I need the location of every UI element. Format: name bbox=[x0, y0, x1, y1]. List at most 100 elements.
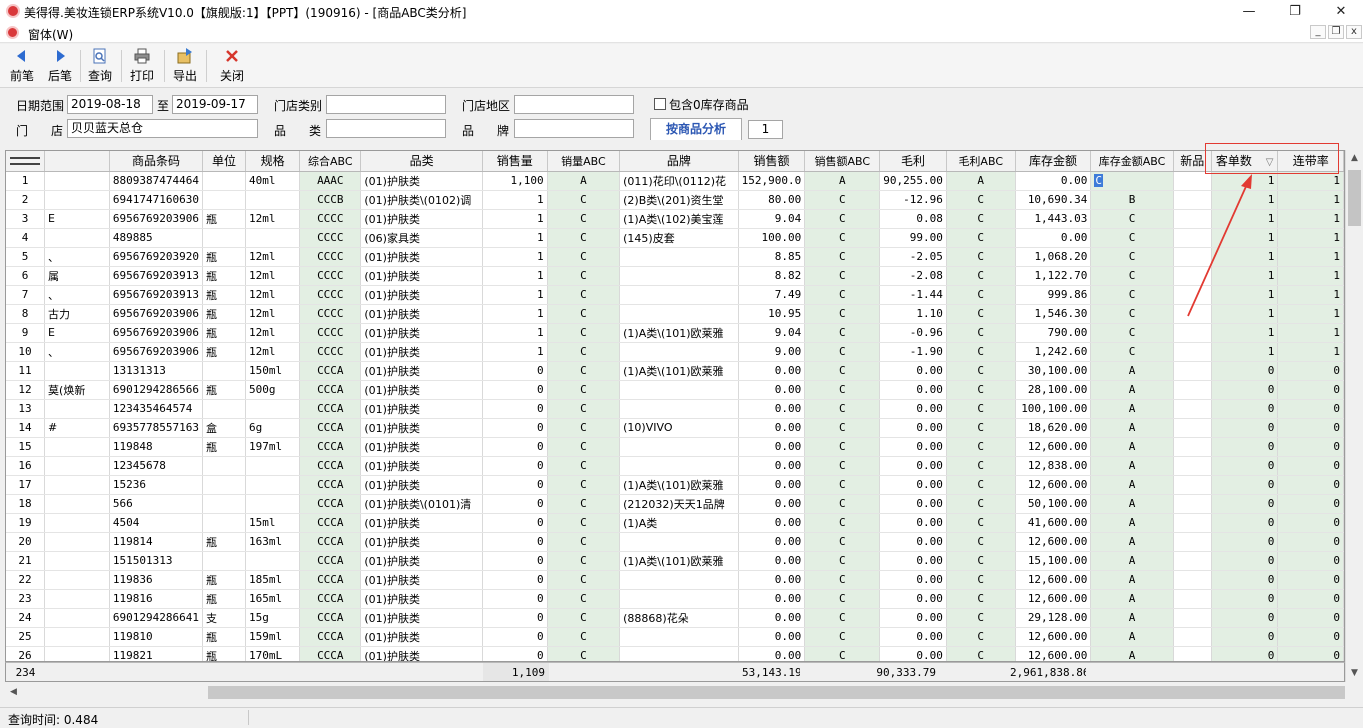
cell-name[interactable] bbox=[44, 589, 110, 609]
cell-sales-amount-abc[interactable]: C bbox=[804, 209, 881, 229]
cell-sales-qty[interactable]: 1 bbox=[482, 190, 548, 210]
cell-order-count[interactable]: 1 bbox=[1211, 323, 1279, 343]
cell-sales-amount[interactable]: 9.04 bbox=[738, 323, 806, 343]
cell-unit[interactable]: 瓶 bbox=[202, 437, 247, 457]
cell-brand[interactable]: (212032)天天1品牌 bbox=[619, 494, 739, 514]
cell-gross-profit[interactable]: 0.08 bbox=[879, 209, 947, 229]
cell-stock-amount[interactable]: 0.00 bbox=[1015, 171, 1092, 191]
cell-category[interactable]: (01)护肤类 bbox=[360, 589, 483, 609]
cell-attach-rate[interactable]: 0 bbox=[1277, 532, 1344, 552]
cell-attach-rate[interactable]: 0 bbox=[1277, 627, 1344, 647]
table-row[interactable]: 14 #6935778557163 盒 6g CCCA (01)护肤类 0 C (10)VIVO… bbox=[6, 418, 1344, 438]
cell-barcode[interactable]: 123435464574 bbox=[109, 399, 204, 419]
cell-brand[interactable]: (2)B类\(201)资生堂 bbox=[619, 190, 739, 210]
cell-order-count[interactable]: 0 bbox=[1211, 513, 1279, 533]
cell-sales-amount-abc[interactable]: C bbox=[804, 475, 881, 495]
cell-attach-rate[interactable]: 1 bbox=[1277, 323, 1344, 343]
col-header-name[interactable] bbox=[44, 151, 110, 172]
cell-gross-profit[interactable]: 0.00 bbox=[879, 418, 947, 438]
cell-spec[interactable]: 12ml bbox=[245, 323, 301, 343]
cell-sales-qty-abc[interactable]: C bbox=[547, 532, 621, 552]
cell-no[interactable]: 8 bbox=[6, 304, 46, 324]
cell-sales-amount-abc[interactable]: C bbox=[804, 380, 881, 400]
cell-unit[interactable] bbox=[202, 190, 247, 210]
cell-gross-profit-abc[interactable]: C bbox=[946, 570, 1016, 590]
cell-name[interactable]: 、 bbox=[44, 247, 110, 267]
cell-stock-amount[interactable]: 12,600.00 bbox=[1015, 570, 1092, 590]
cell-stock-amount-abc[interactable]: A bbox=[1090, 532, 1174, 552]
cell-gross-profit-abc[interactable]: C bbox=[946, 456, 1016, 476]
table-row[interactable]: 26 119821 瓶 170mL CCCA (01)护肤类 0 C 0.00 C 0.00 C 12,… bbox=[6, 646, 1344, 661]
cell-new-item[interactable] bbox=[1173, 342, 1212, 362]
cell-gross-profit[interactable]: 0.00 bbox=[879, 570, 947, 590]
cell-gross-profit[interactable]: 0.00 bbox=[879, 475, 947, 495]
cell-sales-amount[interactable]: 0.00 bbox=[738, 608, 806, 628]
cell-category[interactable]: (01)护肤类 bbox=[360, 342, 483, 362]
cell-gross-profit[interactable]: 0.00 bbox=[879, 361, 947, 381]
cell-stock-amount[interactable]: 100,100.00 bbox=[1015, 399, 1092, 419]
cell-sales-qty[interactable]: 0 bbox=[482, 361, 548, 381]
cell-order-count[interactable]: 0 bbox=[1211, 494, 1279, 514]
cell-attach-rate[interactable]: 0 bbox=[1277, 494, 1344, 514]
cell-gross-profit-abc[interactable]: C bbox=[946, 247, 1016, 267]
cell-attach-rate[interactable]: 0 bbox=[1277, 437, 1344, 457]
cell-stock-amount[interactable]: 28,100.00 bbox=[1015, 380, 1092, 400]
cell-barcode[interactable]: 12345678 bbox=[109, 456, 204, 476]
col-header-stock-amount-abc[interactable]: 库存金额ABC bbox=[1090, 151, 1174, 172]
cell-category[interactable]: (01)护肤类 bbox=[360, 418, 483, 438]
cell-stock-amount-abc[interactable]: A bbox=[1090, 608, 1174, 628]
col-header-unit[interactable]: 单位 bbox=[202, 151, 247, 172]
cell-category[interactable]: (01)护肤类 bbox=[360, 304, 483, 324]
scroll-up-arrow-icon[interactable]: ▲ bbox=[1346, 150, 1363, 167]
cell-name[interactable]: E bbox=[44, 323, 110, 343]
cell-unit[interactable] bbox=[202, 494, 247, 514]
cell-sales-amount-abc[interactable]: C bbox=[804, 304, 881, 324]
cell-combined-abc[interactable]: CCCC bbox=[299, 209, 362, 229]
cell-stock-amount[interactable]: 12,838.00 bbox=[1015, 456, 1092, 476]
cell-barcode[interactable]: 119810 bbox=[109, 627, 204, 647]
cell-gross-profit-abc[interactable]: C bbox=[946, 285, 1016, 305]
cell-name[interactable] bbox=[44, 494, 110, 514]
table-row[interactable]: 22 119836 瓶 185ml CCCA (01)护肤类 0 C 0.00 C 0.00 C 12,… bbox=[6, 570, 1344, 590]
cell-name[interactable]: # bbox=[44, 418, 110, 438]
col-header-gross-profit-abc[interactable]: 毛利ABC bbox=[946, 151, 1016, 172]
cell-attach-rate[interactable]: 0 bbox=[1277, 399, 1344, 419]
cell-attach-rate[interactable]: 0 bbox=[1277, 570, 1344, 590]
cell-sales-qty[interactable]: 0 bbox=[482, 475, 548, 495]
cell-sales-qty-abc[interactable]: C bbox=[547, 456, 621, 476]
cell-barcode[interactable]: 6935778557163 bbox=[109, 418, 204, 438]
cell-sales-qty[interactable]: 0 bbox=[482, 589, 548, 609]
cell-category[interactable]: (01)护肤类 bbox=[360, 285, 483, 305]
cell-sales-qty[interactable]: 0 bbox=[482, 437, 548, 457]
cell-spec[interactable] bbox=[245, 456, 301, 476]
table-row[interactable]: 25 119810 瓶 159ml CCCA (01)护肤类 0 C 0.00 C 0.00 C 12,… bbox=[6, 627, 1344, 647]
cell-barcode[interactable]: 13131313 bbox=[109, 361, 204, 381]
cell-attach-rate[interactable]: 1 bbox=[1277, 266, 1344, 286]
cell-barcode[interactable]: 6956769203913 bbox=[109, 285, 204, 305]
vertical-scrollbar[interactable]: ▲ ▼ bbox=[1345, 150, 1362, 682]
cell-sales-qty-abc[interactable]: C bbox=[547, 380, 621, 400]
cell-sales-amount[interactable]: 10.95 bbox=[738, 304, 806, 324]
cell-gross-profit-abc[interactable]: C bbox=[946, 494, 1016, 514]
cell-sales-qty-abc[interactable]: C bbox=[547, 228, 621, 248]
cell-new-item[interactable] bbox=[1173, 437, 1212, 457]
table-row[interactable]: 13 123435464574 CCCA (01)护肤类 0 C 0.00 C 0.00 C 100… bbox=[6, 399, 1344, 419]
cell-sales-amount-abc[interactable]: C bbox=[804, 342, 881, 362]
horizontal-scroll-thumb[interactable] bbox=[208, 686, 1345, 699]
table-row[interactable]: 2 6941747160630 CCCB (01)护肤类\(0102)调 1 C (2)B类… bbox=[6, 190, 1344, 210]
cell-gross-profit-abc[interactable]: C bbox=[946, 646, 1016, 661]
cell-sales-amount[interactable]: 0.00 bbox=[738, 646, 806, 661]
cell-sales-amount-abc[interactable]: A bbox=[804, 171, 881, 191]
cell-sales-qty[interactable]: 1 bbox=[482, 266, 548, 286]
col-header-gross-profit[interactable]: 毛利 bbox=[879, 151, 947, 172]
table-row[interactable]: 24 6901294286641 支 15g CCCA (01)护肤类 0 C (88868)花… bbox=[6, 608, 1344, 628]
cell-order-count[interactable]: 1 bbox=[1211, 190, 1279, 210]
store-field[interactable]: 贝贝蓝天总仓 bbox=[67, 119, 258, 138]
cell-sales-amount-abc[interactable]: C bbox=[804, 266, 881, 286]
cell-attach-rate[interactable]: 0 bbox=[1277, 551, 1344, 571]
cell-gross-profit[interactable]: 0.00 bbox=[879, 532, 947, 552]
cell-barcode[interactable]: 6901294286566 bbox=[109, 380, 204, 400]
cell-sales-qty-abc[interactable]: C bbox=[547, 266, 621, 286]
cell-barcode[interactable]: 119821 bbox=[109, 646, 204, 661]
cell-sales-amount[interactable]: 0.00 bbox=[738, 456, 806, 476]
